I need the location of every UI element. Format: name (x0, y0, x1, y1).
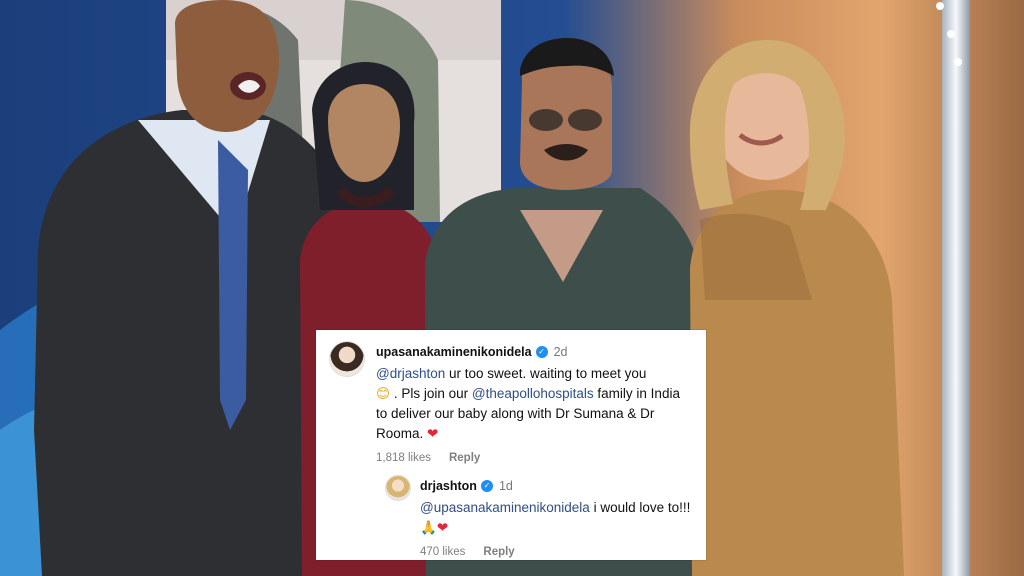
comment-text-part-1: ur too sweet. waiting to meet you (445, 366, 647, 381)
instagram-comment-card: upasanakaminenikonidela ✓ 2d @drjashton … (316, 330, 706, 560)
smile-emoji-icon: 😊 (376, 386, 391, 402)
mention-upasana[interactable]: @upasanakaminenikonidela (420, 500, 590, 515)
comment-upasana: upasanakaminenikonidela ✓ 2d @drjashton … (330, 342, 692, 464)
reply-link[interactable]: Reply (449, 452, 480, 464)
heart-emoji-icon: ❤ (436, 520, 449, 536)
mention-apollo-hospitals[interactable]: @theapollohospitals (472, 386, 594, 401)
avatar-upasana (330, 342, 364, 376)
comment-time: 1d (498, 479, 513, 493)
comment-username[interactable]: upasanakaminenikonidela (376, 344, 532, 360)
reply-link[interactable]: Reply (483, 546, 514, 558)
mention-drjashton[interactable]: @drjashton (376, 366, 445, 381)
verified-badge-icon: ✓ (535, 346, 548, 358)
reply-text: i would love to!!! (589, 500, 691, 515)
avatar-drjashton (386, 476, 410, 500)
praying-hands-emoji-icon: 🙏 (420, 520, 437, 536)
comment-drjashton: drjashton ✓ 1d @upasanakaminenikonidela … (386, 476, 692, 558)
likes-count: 470 likes (420, 546, 466, 558)
verified-badge-icon: ✓ (480, 480, 493, 492)
comment-username[interactable]: drjashton (420, 478, 477, 494)
likes-count: 1,818 likes (376, 452, 431, 464)
comment-time: 2d (553, 345, 568, 359)
heart-emoji-icon: ❤ (427, 426, 439, 442)
comment-text-part-2: . Pls join our (390, 386, 472, 401)
